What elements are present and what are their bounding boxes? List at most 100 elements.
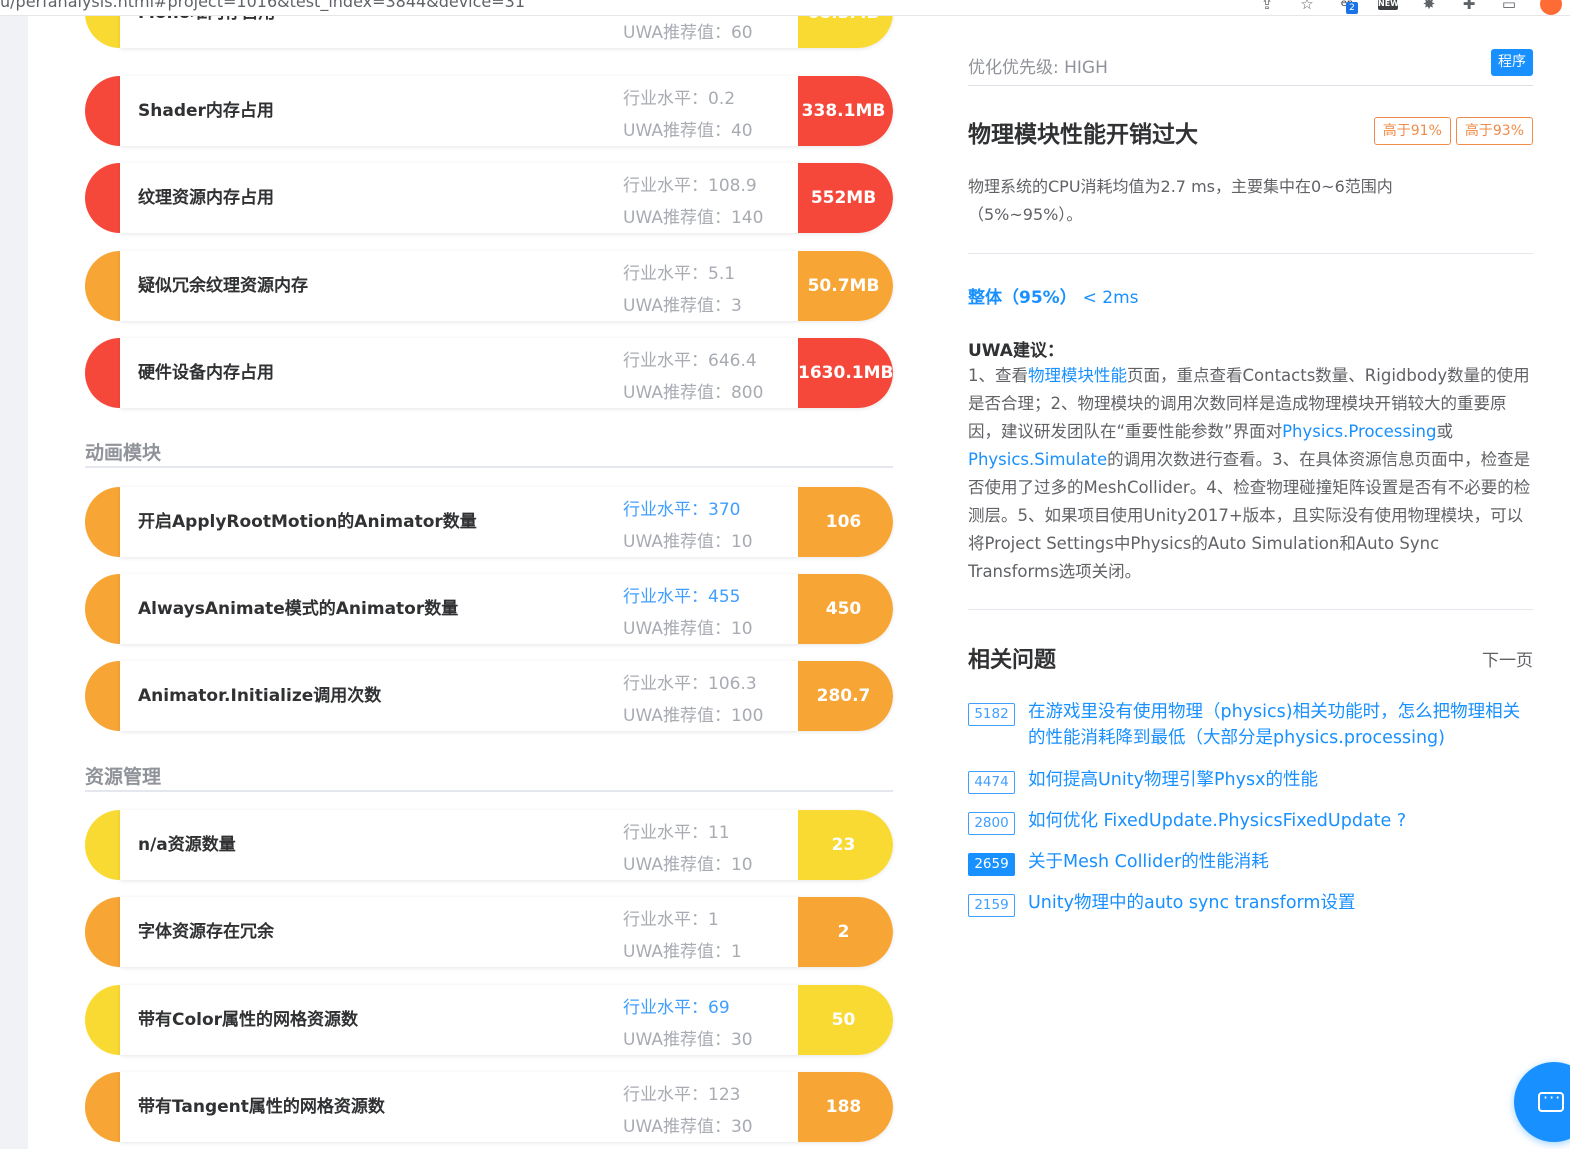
related-issue-link[interactable]: 如何提高Unity物理引擎Physx的性能 [1028,767,1533,793]
overall-label: 整体（95%） [968,288,1077,308]
metric-card: Shader内存占用 行业水平：0.2 UWA推荐值：40 338.1MB [120,76,893,146]
metric-industry-level: 行业水平：646.4 [623,351,757,371]
profile-avatar-icon[interactable] [1540,0,1562,15]
metric-uwa-recommended: UWA推荐值：10 [623,619,753,639]
metric-uwa-recommended: UWA推荐值：30 [623,1030,753,1050]
metric-name: n/a资源数量 [138,835,236,855]
metric-card: 字体资源存在冗余 行业水平：1 UWA推荐值：1 2 [120,897,893,967]
metric-card: 纹理资源内存占用 行业水平：108.9 UWA推荐值：140 552MB [120,163,893,233]
metric-industry-level[interactable]: 行业水平：69 [623,993,730,1018]
metric-row[interactable]: n/a资源数量 行业水平：11 UWA推荐值：10 23 [85,810,893,880]
overall-threshold[interactable]: 整体（95%） < 2ms [968,283,1139,308]
metric-industry-level[interactable]: 行业水平：455 [623,582,740,607]
metric-stats: 行业水平：69 UWA推荐值：30 [623,985,793,1055]
metric-stats: 行业水平：106.3 UWA推荐值：100 [623,661,793,731]
metric-row[interactable]: 疑似冗余纹理资源内存 行业水平：5.1 UWA推荐值：3 50.7MB [85,251,893,321]
metric-uwa-recommended: UWA推荐值：10 [623,532,753,552]
metric-uwa-recommended: UWA推荐值：40 [623,121,753,141]
metric-row[interactable]: 带有Color属性的网格资源数 行业水平：69 UWA推荐值：30 50 [85,985,893,1055]
metric-row[interactable]: Shader内存占用 行业水平：0.2 UWA推荐值：40 338.1MB [85,76,893,146]
metric-row[interactable]: 带有Tangent属性的网格资源数 行业水平：123 UWA推荐值：30 188 [85,1072,893,1142]
metric-name: 疑似冗余纹理资源内存 [138,276,308,296]
metric-stats: 行业水平：370 UWA推荐值：10 [623,487,793,557]
metric-stats: 行业水平：646.4 UWA推荐值：800 [623,338,793,408]
metric-card: 硬件设备内存占用 行业水平：646.4 UWA推荐值：800 1630.1MB [120,338,893,408]
window-icon[interactable]: ▭ [1500,0,1518,12]
metric-name: 纹理资源内存占用 [138,188,274,208]
metric-uwa-recommended: UWA推荐值：100 [623,706,764,726]
metric-card: 带有Color属性的网格资源数 行业水平：69 UWA推荐值：30 50 [120,985,893,1055]
issue-description: 物理系统的CPU消耗均值为2.7 ms，主要集中在0~6范围内（5%~95%）。 [968,177,1393,224]
metric-industry-level: 行业水平：123 [623,1085,741,1105]
metric-value: 23 [798,810,893,880]
metric-row[interactable]: AlwaysAnimate模式的Animator数量 行业水平：455 UWA推荐值… [85,574,893,644]
metric-value: 1630.1MB [798,338,893,408]
related-issue-link[interactable]: 在游戏里没有使用物理（physics)相关功能时，怎么把物理相关的性能消耗降到最… [1028,699,1533,751]
metric-card: 带有Tangent属性的网格资源数 行业水平：123 UWA推荐值：30 188 [120,1072,893,1142]
metric-industry-level[interactable]: 行业水平：370 [623,495,740,520]
metric-value: 106 [798,487,893,557]
metric-value: 2 [798,897,893,967]
section-title-resources: 资源管理 [85,762,893,792]
metric-value: 68.3MB [798,16,893,48]
related-issue-link[interactable]: 关于Mesh Collider的性能消耗 [1028,849,1533,875]
overall-threshold-value: < 2ms [1082,288,1139,308]
bookmark-star-icon[interactable]: ☆ [1298,0,1316,12]
issue-title: 物理模块性能开销过大 [968,122,1198,148]
metric-row[interactable]: Animator.Initialize调用次数 行业水平：106.3 UWA推荐值：… [85,661,893,731]
priority-row: 优化优先级: HIGH 程序 [968,46,1533,86]
metric-stats: 行业水平：5.1 UWA推荐值：3 [623,251,793,321]
metric-industry-level: 行业水平：106.3 [623,674,757,694]
new-extension-icon[interactable]: NEW [1378,0,1399,10]
translate-extension-icon[interactable]: en2 [1338,0,1358,14]
metric-value: 50.7MB [798,251,893,321]
related-issue-id: 2159 [968,894,1015,917]
metric-uwa-recommended: UWA推荐值：140 [623,208,764,228]
metric-stats: 行业水平：1 UWA推荐值：1 [623,897,793,967]
related-issue-id: 4474 [968,771,1015,794]
extensions-puzzle-icon[interactable]: ✚ [1460,0,1478,12]
chat-bubble-icon [1538,1088,1564,1112]
metric-uwa-recommended: UWA推荐值：30 [623,1117,753,1137]
metric-row[interactable]: 硬件设备内存占用 行业水平：646.4 UWA推荐值：800 1630.1MB [85,338,893,408]
divider [968,253,1533,254]
share-icon[interactable]: ⇪ [1258,0,1276,12]
metric-row[interactable]: 纹理资源内存占用 行业水平：108.9 UWA推荐值：140 552MB [85,163,893,233]
related-issue-link[interactable]: 如何优化 FixedUpdate.PhysicsFixedUpdate ? [1028,808,1533,834]
issue-detail-panel: 优化优先级: HIGH 程序 物理模块性能开销过大 高于91% 高于93% 物理… [938,16,1570,1149]
metric-name: 硬件设备内存占用 [138,363,274,383]
metric-card: Animator.Initialize调用次数 行业水平：106.3 UWA推荐值：… [120,661,893,731]
advice-text: 或 [1436,422,1453,441]
metric-row[interactable]: 开启ApplyRootMotion的Animator数量 行业水平：370 UWA推… [85,487,893,557]
metric-uwa-recommended: UWA推荐值：1 [623,942,742,962]
sparkle-extension-icon[interactable]: ✸ [1420,0,1438,12]
percentile-tag: 高于91% [1373,117,1451,145]
metric-industry-level: 行业水平：0.2 [623,89,736,109]
related-issue-id: 2659 [968,853,1015,876]
metric-value: 280.7 [798,661,893,731]
metric-row-mono-heap[interactable]: Mono堆内存占用 UWA推荐值：60 68.3MB [85,16,893,48]
metric-industry-level: 行业水平：5.1 [623,264,736,284]
address-bar[interactable]: u/perfanalysis.html#project=1016&test_in… [0,0,525,11]
advice-link[interactable]: Physics.Simulate [968,450,1107,469]
metric-row[interactable]: 字体资源存在冗余 行业水平：1 UWA推荐值：1 2 [85,897,893,967]
metric-name: Animator.Initialize调用次数 [138,686,382,706]
advice-body: 1、查看物理模块性能页面，重点查看Contacts数量、Rigidbody数量的… [968,362,1533,586]
section-title-animation: 动画模块 [85,438,893,468]
metric-stats: 行业水平：0.2 UWA推荐值：40 [623,76,793,146]
metric-value: 552MB [798,163,893,233]
advice-text: 的调用次数进行查看。3、在具体资源信息页面中，检查是否使用了过多的MeshCol… [968,450,1531,581]
browser-toolbar: u/perfanalysis.html#project=1016&test_in… [0,0,1570,16]
advice-link[interactable]: 物理模块性能 [1028,366,1127,385]
priority-label: 优化优先级: HIGH [968,58,1108,78]
metric-stats: 行业水平：455 UWA推荐值：10 [623,574,793,644]
next-page-link[interactable]: 下一页 [1482,646,1533,671]
metric-card: 疑似冗余纹理资源内存 行业水平：5.1 UWA推荐值：3 50.7MB [120,251,893,321]
metric-industry-level: 行业水平：108.9 [623,176,757,196]
related-issue-id: 5182 [968,703,1015,726]
related-issue-link[interactable]: Unity物理中的auto sync transform设置 [1028,890,1533,916]
advice-link[interactable]: Physics.Processing [1282,422,1436,441]
metric-name: AlwaysAnimate模式的Animator数量 [138,599,459,619]
metric-stats: 行业水平：11 UWA推荐值：10 [623,810,793,880]
metric-name: 带有Tangent属性的网格资源数 [138,1097,385,1117]
